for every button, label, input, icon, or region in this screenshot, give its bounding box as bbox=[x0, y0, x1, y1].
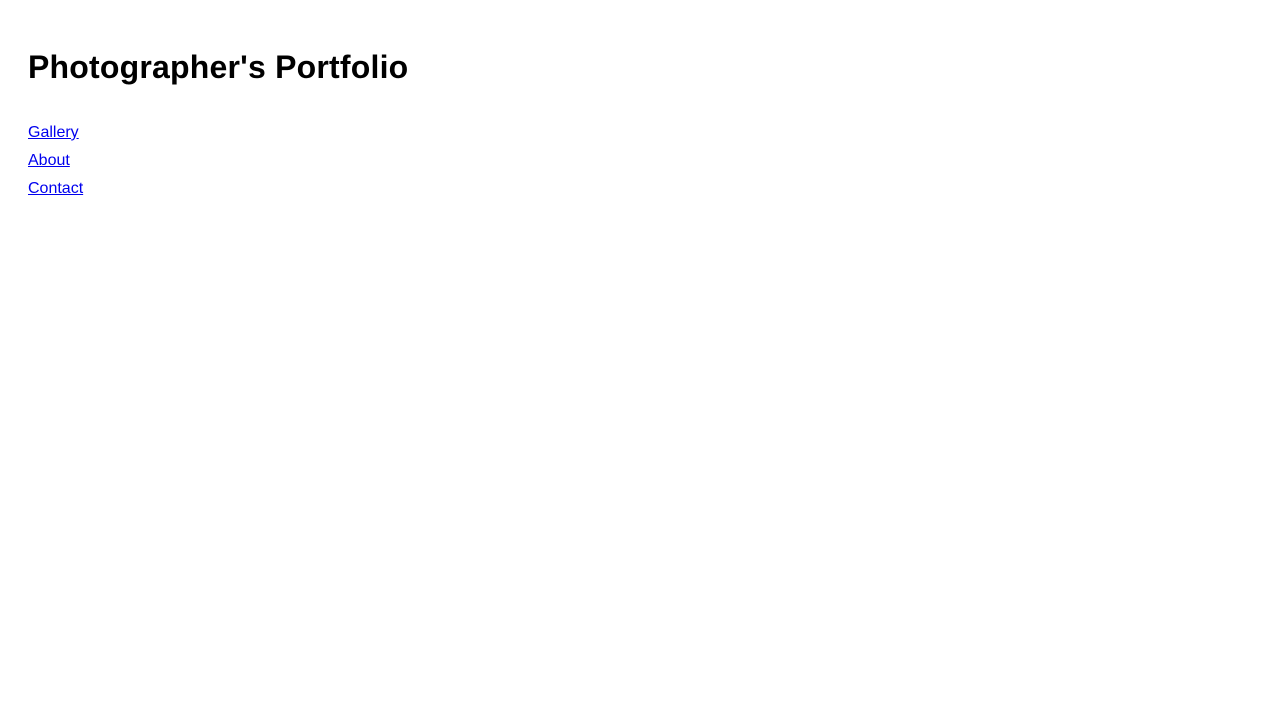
nav-link-contact[interactable]: Contact bbox=[28, 180, 83, 198]
page: Photographer's Portfolio Gallery About C… bbox=[0, 0, 1280, 720]
nav-link-gallery[interactable]: Gallery bbox=[28, 124, 79, 142]
page-title: Photographer's Portfolio bbox=[28, 49, 409, 85]
nav-link-about[interactable]: About bbox=[28, 152, 70, 170]
main-nav: Gallery About Contact bbox=[28, 124, 1252, 198]
